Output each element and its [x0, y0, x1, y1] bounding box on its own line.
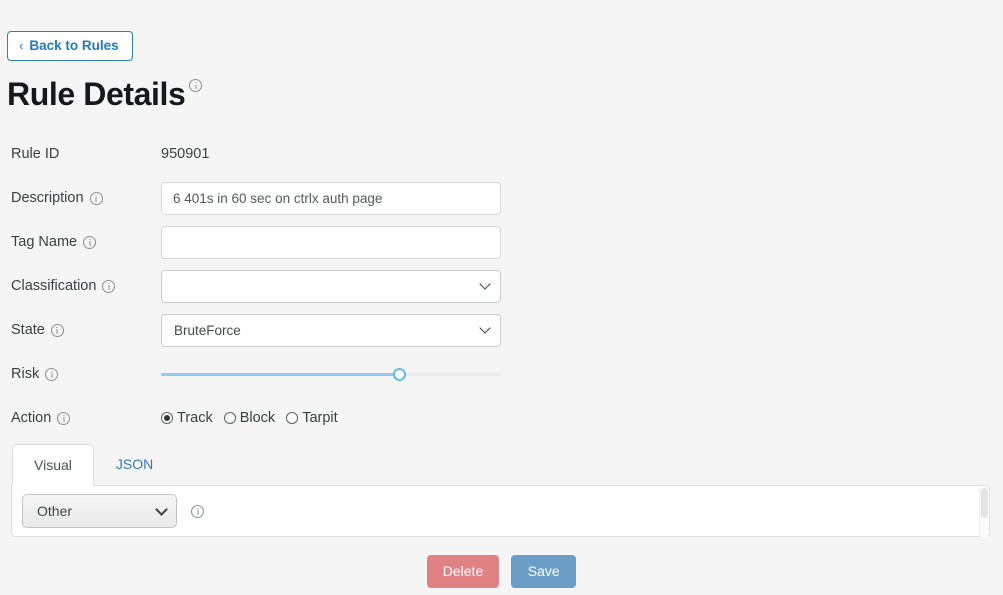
tag-name-input[interactable]	[161, 225, 501, 259]
rule-editor-tabs: Visual JSON	[12, 443, 175, 486]
rule-id-field: 950901	[161, 132, 209, 176]
save-button[interactable]: Save	[511, 555, 577, 588]
state-label-group: State	[11, 308, 64, 352]
risk-slider[interactable]	[161, 365, 501, 383]
page-title-row: Rule Details	[7, 74, 203, 114]
risk-label: Risk	[11, 366, 40, 382]
action-label-group: Action	[11, 396, 71, 440]
action-radio-track-label: Track	[177, 410, 213, 426]
action-radio-block-label: Block	[239, 410, 276, 426]
tag-name-field	[161, 220, 501, 264]
classification-select-value[interactable]	[161, 269, 501, 303]
classification-select[interactable]	[161, 269, 501, 303]
risk-info-icon[interactable]	[45, 367, 59, 381]
action-radio-tarpit[interactable]: Tarpit	[286, 410, 338, 426]
description-label-group: Description	[11, 176, 103, 220]
panel-scrollbar[interactable]	[979, 487, 988, 537]
rule-id-label-group: Rule ID	[11, 132, 59, 176]
form-actions: Delete Save	[0, 555, 1003, 588]
condition-type-select-value[interactable]: Other	[22, 494, 177, 528]
risk-slider-thumb[interactable]	[392, 368, 406, 381]
action-radio-tarpit-label: Tarpit	[302, 410, 338, 426]
state-select[interactable]: BruteForce	[161, 313, 501, 347]
chevron-left-icon: ‹	[19, 38, 24, 53]
classification-field	[161, 264, 501, 308]
panel-scrollbar-thumb[interactable]	[981, 488, 988, 518]
rule-id-label: Rule ID	[11, 146, 60, 162]
rule-condition-panel: Other	[11, 485, 990, 537]
tab-json[interactable]: JSON	[94, 443, 175, 485]
description-field	[161, 176, 501, 220]
condition-info-icon[interactable]	[191, 504, 204, 518]
back-to-rules-button[interactable]: ‹ Back to Rules	[7, 31, 133, 61]
risk-field	[161, 352, 501, 396]
risk-label-group: Risk	[11, 352, 59, 396]
state-info-icon[interactable]	[50, 323, 64, 337]
form-row-risk: Risk	[0, 352, 1003, 396]
tag-name-info-icon[interactable]	[83, 235, 97, 249]
form-row-classification: Classification	[0, 264, 1003, 308]
radio-dot-icon	[223, 412, 236, 424]
form-row-description: Description	[0, 176, 1003, 220]
description-label: Description	[11, 190, 84, 206]
tab-visual-label: Visual	[34, 457, 72, 473]
rule-condition-row: Other	[22, 494, 204, 528]
radio-dot-icon	[286, 412, 299, 424]
action-radio-block[interactable]: Block	[223, 410, 276, 426]
form-row-state: State BruteForce	[0, 308, 1003, 352]
tag-name-label: Tag Name	[11, 234, 78, 250]
description-input[interactable]	[161, 181, 501, 215]
tab-json-label: JSON	[115, 456, 154, 472]
tag-name-label-group: Tag Name	[11, 220, 97, 264]
state-label: State	[11, 322, 45, 338]
classification-label-group: Classification	[11, 264, 116, 308]
state-field: BruteForce	[161, 308, 501, 352]
risk-slider-fill	[161, 373, 399, 376]
radio-dot-icon	[161, 412, 173, 424]
action-field: Track Block Tarpit	[161, 396, 338, 440]
action-label: Action	[11, 410, 52, 426]
form-row-tag-name: Tag Name	[0, 220, 1003, 264]
delete-button[interactable]: Delete	[426, 555, 500, 588]
rule-details-form: Rule ID 950901 Description Tag Name Clas…	[0, 132, 1003, 440]
classification-info-icon[interactable]	[102, 279, 116, 293]
page-title-info-icon[interactable]	[189, 79, 203, 92]
form-row-rule-id: Rule ID 950901	[0, 132, 1003, 176]
page-title: Rule Details	[7, 76, 186, 112]
action-info-icon[interactable]	[57, 411, 71, 425]
condition-type-select[interactable]: Other	[22, 494, 177, 528]
action-radio-track[interactable]: Track	[161, 410, 213, 426]
action-radio-group: Track Block Tarpit	[161, 410, 338, 426]
tab-visual[interactable]: Visual	[12, 444, 94, 486]
state-select-value[interactable]: BruteForce	[161, 313, 501, 347]
classification-label: Classification	[11, 278, 97, 294]
form-row-action: Action Track Block Tarpit	[0, 396, 1003, 440]
description-info-icon[interactable]	[89, 191, 103, 205]
rule-id-value: 950901	[161, 146, 210, 162]
back-to-rules-label: Back to Rules	[29, 38, 119, 54]
